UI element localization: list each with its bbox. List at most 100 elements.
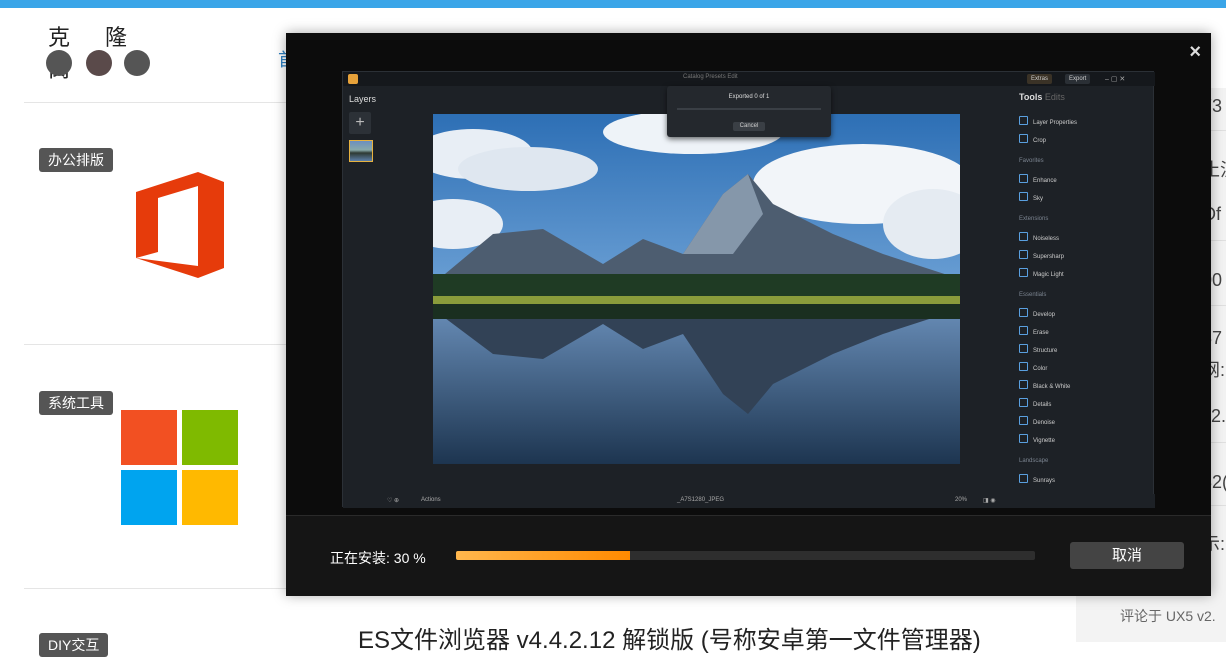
install-progress-area: 正在安装: 30 % 取消 [286, 515, 1211, 596]
category-tag[interactable]: DIY交互 [39, 633, 109, 657]
export-progress-bar [677, 108, 821, 110]
tools-section-label: Extensions [1019, 216, 1049, 222]
tool-icon [1019, 174, 1028, 183]
edits-title[interactable]: Edits [1045, 92, 1065, 102]
export-button[interactable]: Export [1065, 74, 1091, 84]
tool-label: Vignette [1033, 438, 1055, 444]
tool-item[interactable]: Structure [1019, 344, 1057, 354]
tool-label: Color [1033, 366, 1048, 372]
tool-icon [1019, 380, 1028, 389]
tool-item[interactable]: Magic Light [1019, 268, 1064, 278]
tool-item[interactable]: Color [1019, 362, 1047, 372]
close-icon[interactable]: × [1189, 41, 1201, 64]
tool-label: Crop [1033, 138, 1047, 144]
app-titlebar: Catalog Presets Edit Extras Export – ▢ ✕ [343, 72, 1155, 86]
office-logo-icon [136, 172, 224, 278]
tool-icon [1019, 434, 1028, 443]
layer-thumbnail[interactable] [349, 140, 373, 162]
category-tag[interactable]: 系统工具 [39, 391, 113, 415]
tool-icon [1019, 474, 1028, 483]
tool-label: Details [1033, 402, 1052, 408]
tool-icon [1019, 250, 1028, 259]
site-logo[interactable]: 克 隆 窝 [40, 20, 160, 86]
tool-item[interactable]: Enhance [1019, 174, 1057, 184]
tool-icon [1019, 398, 1028, 407]
tool-icon [1019, 116, 1028, 125]
comment-snippet[interactable]: 评论于 UX5 v2. [1120, 606, 1216, 626]
tools-section-label: Essentials [1019, 292, 1047, 298]
tools-panel: Tools Edits Layer Properties Crop Favorite… [1019, 92, 1149, 502]
category-tag[interactable]: 办公排版 [39, 148, 113, 172]
tool-item[interactable]: Black & White [1019, 380, 1070, 390]
install-status: 正在安装: 30 % [330, 550, 426, 566]
tool-label: Erase [1033, 330, 1049, 336]
export-dialog: Exported 0 of 1 Cancel [667, 86, 831, 137]
top-accent-bar [0, 0, 1226, 8]
tools-section-label: Favorites [1019, 158, 1044, 164]
eye-icon[interactable]: ◨ ◉ [983, 497, 996, 504]
layers-title: Layers [349, 94, 377, 104]
tool-label: Develop [1033, 312, 1056, 318]
extras-button[interactable]: Extras [1027, 74, 1053, 84]
divider [24, 588, 286, 589]
install-progress-fill [456, 551, 630, 560]
tools-title[interactable]: Tools [1019, 92, 1042, 102]
tool-item[interactable]: Layer Properties [1019, 116, 1077, 126]
tool-icon [1019, 362, 1028, 371]
tool-label: Magic Light [1033, 272, 1064, 278]
article-title[interactable]: ES文件浏览器 v4.4.2.12 解锁版 (号称安卓第一文件管理器) [358, 620, 981, 655]
divider [24, 344, 286, 345]
tool-icon [1019, 326, 1028, 335]
favorite-icon[interactable]: ♡ ⊕ [387, 497, 399, 504]
tool-item[interactable]: Erase [1019, 326, 1049, 336]
tool-item[interactable]: Develop [1019, 308, 1055, 318]
logo-face-icon [124, 50, 150, 76]
tool-label: Structure [1033, 348, 1058, 354]
video-modal: × Catalog Presets Edit Extras Export – ▢… [286, 33, 1211, 596]
tool-item[interactable]: Crop [1019, 134, 1046, 144]
tool-item[interactable]: Sunrays [1019, 474, 1055, 484]
actions-menu[interactable]: Actions [421, 497, 441, 503]
app-logo-icon [348, 74, 358, 84]
windows-logo-icon [121, 410, 238, 525]
export-dialog-title: Exported 0 of 1 [728, 94, 770, 100]
app-bottom-bar: ♡ ⊕ Actions _A7S1280_JPEG 20% ◨ ◉ [343, 494, 1155, 508]
window-controls-icon[interactable]: – ▢ ✕ [1105, 75, 1125, 83]
tool-icon [1019, 192, 1028, 201]
tool-label: Sunrays [1033, 478, 1056, 484]
divider [24, 102, 286, 103]
tool-item[interactable]: Denoise [1019, 416, 1055, 426]
tool-icon [1019, 268, 1028, 277]
tool-label: Enhance [1033, 178, 1057, 184]
tool-item[interactable]: Supersharp [1019, 250, 1064, 260]
tool-icon [1019, 416, 1028, 425]
export-cancel-button[interactable]: Cancel [733, 122, 765, 131]
tool-icon [1019, 232, 1028, 241]
add-layer-button[interactable]: + [349, 112, 371, 134]
tool-label: Noiseless [1033, 236, 1060, 242]
app-window: Catalog Presets Edit Extras Export – ▢ ✕… [342, 71, 1155, 508]
tool-icon [1019, 134, 1028, 143]
tool-label: Layer Properties [1033, 120, 1078, 126]
logo-face-icon [86, 50, 112, 76]
tools-section-label: Landscape [1019, 458, 1049, 464]
tool-label: Supersharp [1033, 254, 1065, 260]
cancel-button[interactable]: 取消 [1070, 542, 1184, 569]
app-tabs[interactable]: Catalog Presets Edit [683, 74, 738, 80]
file-name: _A7S1280_JPEG [677, 497, 725, 503]
tool-item[interactable]: Details [1019, 398, 1051, 408]
tool-item[interactable]: Vignette [1019, 434, 1055, 444]
tool-label: Denoise [1033, 420, 1056, 426]
tool-icon [1019, 344, 1028, 353]
install-progress-track [456, 551, 1035, 560]
zoom-level[interactable]: 20% [955, 497, 967, 503]
tool-label: Sky [1033, 196, 1044, 202]
tool-item[interactable]: Noiseless [1019, 232, 1059, 242]
category-column: 办公排版 系统工具 DIY交互 [0, 88, 290, 657]
video-preview[interactable]: Catalog Presets Edit Extras Export – ▢ ✕… [342, 71, 1155, 508]
logo-face-icon [46, 50, 72, 76]
tool-item[interactable]: Sky [1019, 192, 1043, 202]
tools-header: Tools Edits [1019, 92, 1149, 102]
landscape-photo [433, 114, 960, 464]
tool-icon [1019, 308, 1028, 317]
